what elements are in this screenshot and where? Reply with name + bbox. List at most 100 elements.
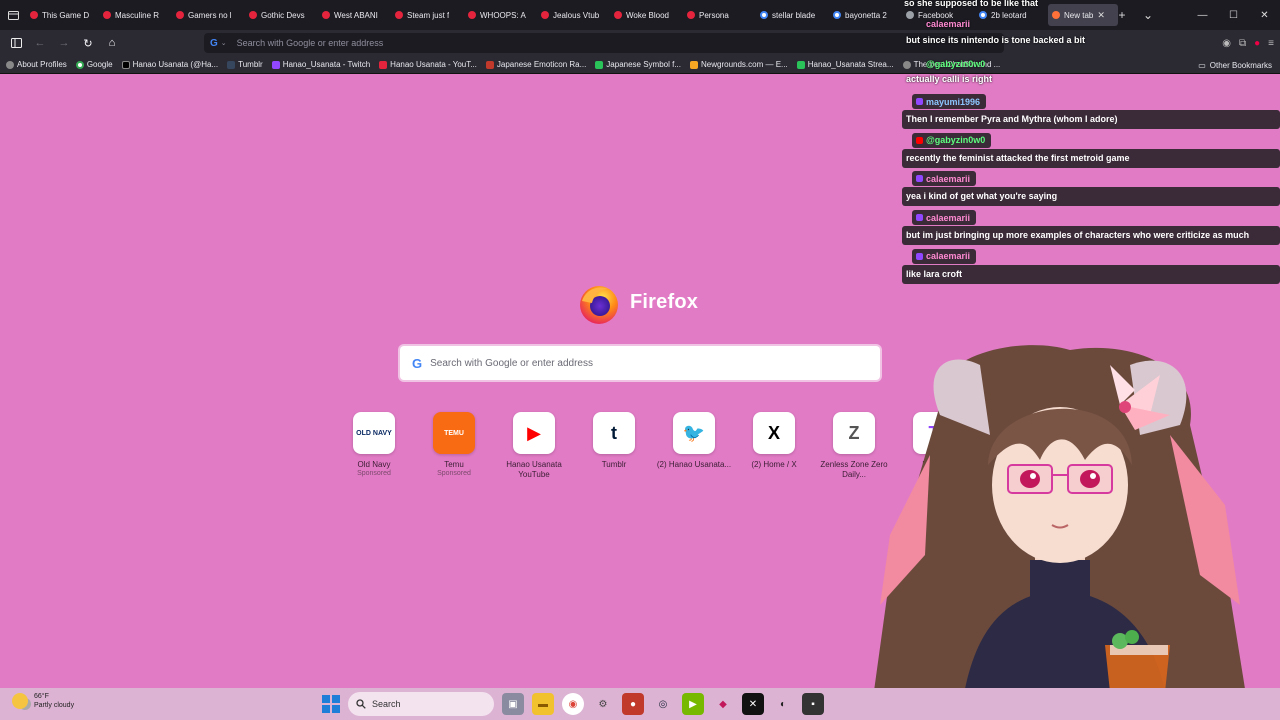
tab-overflow-chevron-icon[interactable]: ⌄ [1136,8,1160,22]
tab[interactable]: This Game D [26,4,98,26]
newtab-search-box[interactable]: G [400,346,880,380]
top-site-name: (2) Hanao Usanata... [656,460,732,469]
tab[interactable]: Gothic Devs [245,4,317,26]
search-engine-chevron-icon[interactable]: ⌄ [221,39,227,47]
bookmark-item[interactable]: Hanao Usanata - YouT... [379,60,477,69]
tab[interactable]: bayonetta 2 [829,4,901,26]
capcut-icon[interactable]: ✕ [742,693,764,715]
top-site-tile[interactable]: TEMU Temu Sponsored [414,412,494,480]
chat-message: Then I remember Pyra and Mythra (whom I … [902,110,1280,129]
pocket-icon[interactable]: ◉ [1222,38,1231,49]
forward-button[interactable]: → [52,31,76,55]
bookmark-item[interactable]: Hanao_Usanata Strea... [796,60,894,69]
minimize-button[interactable]: — [1187,0,1218,30]
bookmark-item[interactable]: Hanao Usanata (@Ha... [121,60,218,69]
account-icon[interactable]: ● [1254,38,1260,49]
tab[interactable]: Gamers no l [172,4,244,26]
obs-record-icon[interactable]: ● [622,693,644,715]
tab[interactable]: Masculine R [99,4,171,26]
address-bar[interactable]: G ⌄ Search with Google or enter address [204,33,1004,53]
taskbar-search[interactable]: Search [348,692,494,716]
top-site-tile[interactable]: X (2) Home / X [734,412,814,480]
new-tab-button[interactable]: + [1110,8,1134,22]
chat-username: @gabyzin0w0 [912,132,992,148]
other-bookmarks[interactable]: ▭ Other Bookmarks [1198,56,1272,74]
bookmark-label: Google [86,60,113,69]
obs-studio-icon[interactable]: ◐ [772,693,794,715]
top-site-icon: X [753,412,795,454]
google-icon [979,11,987,19]
chat-username: calaemarii [912,210,977,226]
address-bar-placeholder: Search with Google or enter address [236,38,384,48]
youtube-icon [916,136,923,144]
task-view-icon[interactable]: ▣ [502,693,524,715]
chat-username: mayumi1996 [912,94,987,109]
tab[interactable]: New tab ✕ [1048,4,1118,26]
window-controls: — ☐ ✕ [1187,0,1280,30]
google-icon: G [210,37,218,49]
file-explorer-icon[interactable]: ▬ [532,693,554,715]
bookmark-favicon-icon [227,60,236,69]
top-site-tile[interactable]: 🐦 (2) Hanao Usanata... [654,412,734,480]
bookmark-item[interactable]: Tumblr [227,60,263,69]
steam-icon[interactable]: ◎ [652,693,674,715]
top-site-icon: ▶ [513,412,555,454]
other-bookmarks-label: Other Bookmarks [1209,60,1272,70]
bookmark-item[interactable]: Hanao_Usanata - Twitch [271,60,370,69]
youtube-icon [687,11,695,19]
sidebar-toggle-button[interactable] [4,31,28,55]
tab[interactable]: Jealous Vtub [537,4,609,26]
vtube-studio-icon[interactable]: ◆ [712,693,734,715]
chat-username-text: calaemarii [926,212,971,223]
twitch-icon [916,175,923,183]
tab[interactable]: Persona [683,4,755,26]
chat-line: but since its nintendo is tone backed a … [906,35,1086,45]
app-icon[interactable]: ▪ [802,693,824,715]
bookmark-item[interactable]: Japanese Emoticon Ra... [485,60,586,69]
chrome-icon[interactable]: ◉ [562,693,584,715]
tab-title: WHOOPS: A [480,10,526,20]
top-site-tile[interactable]: ▶ Hanao Usanata YouTube [494,412,574,480]
search-icon [356,699,366,709]
youtube-icon [322,11,330,19]
bookmark-favicon-icon [271,60,280,69]
windows-start-icon[interactable] [322,695,340,713]
tab[interactable]: stellar blade [756,4,828,26]
weather-widget[interactable]: 66°F Partly cloudy [12,692,74,710]
top-site-name: Hanao Usanata YouTube [506,460,562,479]
bookmark-item[interactable]: About Profiles [6,60,67,69]
twitch-icon [916,252,923,260]
close-window-button[interactable]: ✕ [1249,0,1280,30]
settings-gear-icon[interactable]: ⚙ [592,693,614,715]
youtube-icon [30,11,38,19]
top-site-tile[interactable]: t Tumblr [574,412,654,480]
bookmark-item[interactable]: Google [75,60,113,69]
navigation-bar: ← → ↻ ⌂ G ⌄ Search with Google or enter … [0,30,1280,56]
bookmark-favicon-icon [6,60,14,69]
top-site-tile[interactable]: OLD NAVY Old Navy Sponsored [334,412,414,480]
reload-button[interactable]: ↻ [76,31,100,55]
chat-username-text: mayumi1996 [926,96,981,107]
back-button[interactable]: ← [28,31,52,55]
top-site-icon: OLD NAVY [353,412,395,454]
newtab-search-input[interactable] [430,357,831,369]
bookmark-label: Tumblr [238,60,263,69]
home-button[interactable]: ⌂ [100,31,124,55]
bookmark-item[interactable]: Newgrounds.com — E... [690,60,788,69]
menu-icon[interactable]: ≡ [1268,38,1274,49]
tab[interactable]: WHOOPS: A [464,4,536,26]
facebook-icon [906,11,914,19]
top-site-icon: Z [833,412,875,454]
youtube-icon [176,11,184,19]
maximize-button[interactable]: ☐ [1218,0,1249,30]
tab-list-button[interactable] [0,0,26,30]
tab[interactable]: Woke Blood [610,4,682,26]
tab[interactable]: West ABANI [318,4,390,26]
bookmark-item[interactable]: Japanese Symbol f... [595,60,681,69]
extensions-icon[interactable]: ⧉ [1239,38,1246,49]
firefox-wordmark: Firefox [630,291,699,313]
tab[interactable]: Steam just f [391,4,463,26]
close-tab-icon[interactable]: ✕ [1097,10,1105,21]
nvidia-icon[interactable]: ▶ [682,693,704,715]
chat-username-text: calaemarii [926,251,971,262]
